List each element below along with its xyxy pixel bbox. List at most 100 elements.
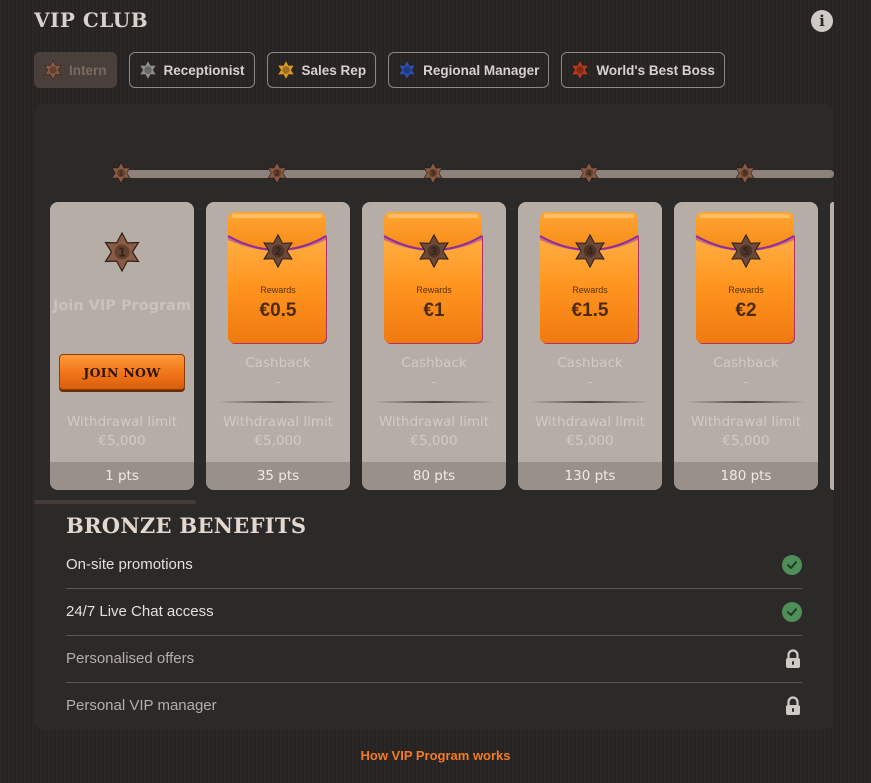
level-card: 3 Rewards €1 Cashback - Withdrawal limit… — [362, 202, 506, 490]
benefit-row: Personal VIP manager — [66, 682, 802, 729]
cashback-label: Cashback — [713, 355, 779, 371]
benefit-label: On-site promotions — [66, 556, 193, 573]
cashback-label: Cashback — [245, 355, 311, 371]
card-level-star-icon: 5 — [731, 234, 761, 268]
track-level-star-icon: 4 — [579, 162, 599, 184]
track-level-star-icon: 1 — [111, 162, 131, 184]
svg-text:2: 2 — [274, 247, 281, 258]
benefit-row: Personalised offers — [66, 635, 802, 683]
svg-text:3: 3 — [430, 247, 437, 258]
tier-tab-4[interactable]: World's Best Boss — [561, 52, 725, 88]
rewards-amount: €2 — [735, 300, 757, 321]
tier-star-icon — [398, 60, 416, 80]
cashback-value: - — [743, 375, 749, 389]
svg-text:5: 5 — [742, 247, 749, 258]
track-level-star-icon: 3 — [423, 162, 443, 184]
withdrawal-limit-label: Withdrawal limit — [690, 414, 802, 430]
cards-scrollbar[interactable] — [34, 500, 196, 504]
withdrawal-limit-label: Withdrawal limit — [66, 414, 178, 430]
tier-tab-2[interactable]: Sales Rep — [266, 52, 377, 88]
cashback-value: - — [431, 375, 437, 389]
withdrawal-limit-value: €5,000 — [566, 433, 614, 449]
points-required: 35 pts — [206, 462, 350, 490]
svg-text:4: 4 — [587, 169, 592, 177]
withdrawal-limit-label: Withdrawal limit — [378, 414, 490, 430]
tier-star-icon — [138, 60, 157, 80]
withdrawal-limit-label: Withdrawal limit — [534, 414, 646, 430]
withdrawal-limit-label: Withdrawal limit — [222, 414, 334, 430]
rewards-label: Rewards — [416, 285, 452, 295]
cashback-label: Cashback — [557, 355, 623, 371]
svg-text:1: 1 — [118, 246, 126, 260]
card-divider — [218, 401, 338, 403]
svg-text:2: 2 — [275, 169, 280, 177]
tier-tab-label: Intern — [69, 62, 107, 78]
tier-tab-0[interactable]: Intern — [34, 52, 117, 88]
benefit-label: Personalised offers — [66, 650, 195, 667]
withdrawal-limit-value: €5,000 — [722, 433, 770, 449]
page-title: VIP CLUB — [34, 8, 149, 32]
vip-levels-panel: 1 2 3 4 5 1 Join VIP Program JOIN NOW Withdr… — [34, 104, 834, 730]
info-icon[interactable]: i — [811, 10, 833, 32]
progress-track — [120, 170, 834, 178]
lock-icon — [786, 695, 800, 715]
withdrawal-limit-value: €5,000 — [410, 433, 458, 449]
track-level-star-icon: 5 — [735, 162, 755, 184]
svg-text:3: 3 — [431, 169, 436, 177]
points-required: 80 pts — [362, 462, 506, 490]
svg-text:4: 4 — [586, 247, 593, 258]
level-card: 4 Rewards €1.5 Cashback - Withdrawal lim… — [518, 202, 662, 490]
cashback-value: - — [275, 375, 281, 389]
check-icon — [782, 554, 802, 575]
benefit-label: Personal VIP manager — [66, 697, 217, 714]
track-level-star-icon: 2 — [267, 162, 287, 184]
card-divider — [686, 401, 806, 403]
level-card: 5 Rewards €2 Cashback - Withdrawal limit… — [674, 202, 818, 490]
card-divider — [374, 401, 494, 403]
svg-text:5: 5 — [743, 169, 748, 177]
cashback-value: - — [587, 375, 593, 389]
how-vip-works-link[interactable]: How VIP Program works — [0, 748, 871, 763]
svg-text:1: 1 — [119, 169, 124, 177]
benefit-label: 24/7 Live Chat access — [66, 603, 214, 620]
points-required: 130 pts — [518, 462, 662, 490]
level-1-star-icon: 1 — [104, 232, 140, 272]
reward-envelope-icon — [227, 212, 327, 344]
card-level-star-icon: 3 — [419, 234, 449, 268]
tier-tabs: Intern Receptionist Sales Rep Regional Mana… — [34, 52, 725, 88]
tier-tab-label: Regional Manager — [423, 62, 540, 78]
reward-envelope-icon — [383, 212, 483, 344]
check-icon — [782, 601, 802, 622]
tier-tab-label: Receptionist — [163, 62, 245, 78]
cashback-label: Cashback — [401, 355, 467, 371]
join-card-title: Join VIP Program — [52, 298, 192, 314]
benefits-title: BRONZE BENEFITS — [66, 513, 307, 538]
card-divider — [530, 401, 650, 403]
level-card-join: 1 Join VIP Program JOIN NOW Withdrawal l… — [50, 202, 194, 490]
level-card: 2 Rewards €0.5 Cashback - Withdrawal lim… — [206, 202, 350, 490]
tier-tab-1[interactable]: Receptionist — [128, 52, 255, 88]
rewards-label: Rewards — [260, 285, 296, 295]
next-card-edge — [830, 202, 834, 490]
tier-tab-label: World's Best Boss — [596, 62, 715, 78]
rewards-amount: €1 — [423, 300, 445, 321]
lock-icon — [786, 648, 800, 668]
tier-star-icon — [571, 60, 590, 80]
join-now-button[interactable]: JOIN NOW — [59, 354, 185, 390]
card-level-star-icon: 4 — [575, 234, 605, 268]
benefit-row: On-site promotions — [66, 541, 802, 589]
tier-tab-label: Sales Rep — [301, 62, 367, 78]
reward-envelope-icon — [695, 212, 795, 344]
tier-star-icon — [44, 60, 62, 80]
rewards-label: Rewards — [728, 285, 764, 295]
benefit-row: 24/7 Live Chat access — [66, 588, 802, 636]
tier-tab-3[interactable]: Regional Manager — [388, 52, 550, 88]
reward-envelope-icon — [539, 212, 639, 344]
card-level-star-icon: 2 — [263, 234, 293, 268]
withdrawal-limit-value: €5,000 — [98, 433, 146, 449]
points-required: 180 pts — [674, 462, 818, 490]
withdrawal-limit-value: €5,000 — [254, 433, 302, 449]
rewards-amount: €0.5 — [259, 300, 297, 321]
tier-star-icon — [276, 60, 295, 80]
points-required: 1 pts — [50, 462, 194, 490]
